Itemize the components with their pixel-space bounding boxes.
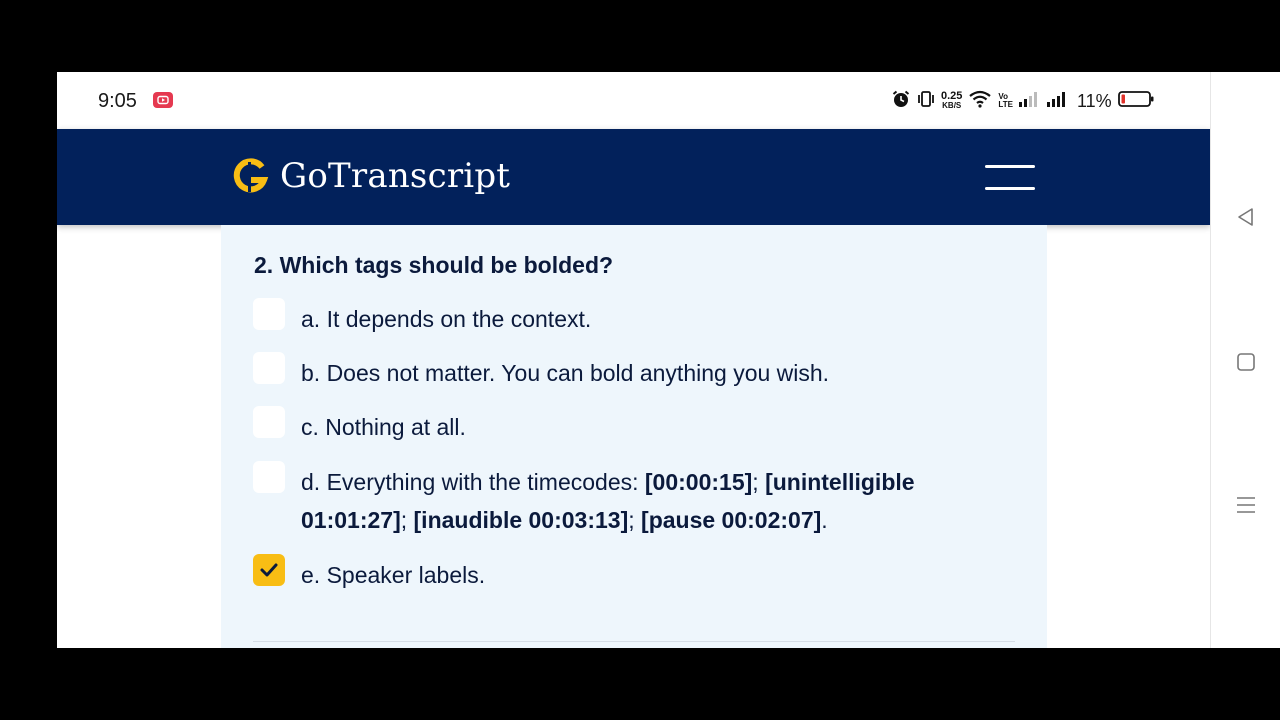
- network-speed-value: 0.25: [941, 90, 963, 102]
- back-triangle-icon[interactable]: [1235, 206, 1257, 228]
- signal-icon-2: [1046, 90, 1069, 113]
- option-b-checkbox[interactable]: [253, 352, 285, 384]
- battery-icon: [1117, 90, 1154, 113]
- hamburger-menu-icon[interactable]: [985, 163, 1035, 191]
- option-a-label: a. It depends on the context.: [301, 306, 592, 332]
- timecode-tag-1: [00:00:15]: [644, 469, 753, 495]
- vibrate-icon: [917, 89, 935, 114]
- home-square-icon[interactable]: [1235, 351, 1257, 373]
- gotranscript-logo-icon[interactable]: [233, 158, 269, 196]
- option-d-label: d. Everything with the timecodes: [00:00…: [301, 463, 1006, 539]
- battery-percent: 11%: [1076, 90, 1112, 111]
- volte-indicator: Vo LTE: [998, 93, 1013, 109]
- card-divider: [253, 641, 1015, 642]
- phone-screen: 9:05 0.25 KB/S Vo LTE 11% GoTranscript 2…: [57, 72, 1210, 648]
- brand-name[interactable]: GoTranscript: [280, 156, 510, 196]
- separator-1: ;: [752, 469, 766, 495]
- option-d-prefix: d. Everything with the timecodes:: [301, 469, 645, 495]
- status-time: 9:05: [98, 90, 137, 112]
- option-c-checkbox[interactable]: [253, 406, 285, 438]
- signal-icon: [1018, 90, 1041, 113]
- timecode-tag-4: [pause 00:02:07]: [641, 507, 822, 533]
- question-title: 2. Which tags should be bolded?: [254, 252, 614, 278]
- status-icons: 0.25 KB/S Vo LTE 11%: [891, 89, 1154, 113]
- site-header: GoTranscript: [57, 129, 1210, 225]
- option-b-label: b. Does not matter. You can bold anythin…: [301, 360, 830, 386]
- network-speed-unit: KB/S: [942, 101, 962, 110]
- wifi-icon: [968, 89, 992, 114]
- quiz-question-card: 2. Which tags should be bolded? a. It de…: [221, 225, 1047, 648]
- status-bar: 9:05 0.25 KB/S Vo LTE 11%: [57, 72, 1210, 129]
- option-d-checkbox[interactable]: [253, 461, 285, 493]
- option-e-label: e. Speaker labels.: [301, 562, 486, 588]
- option-d-end: .: [821, 507, 828, 533]
- check-icon: [260, 563, 278, 577]
- youtube-icon: [153, 92, 173, 108]
- timecode-tag-3: [inaudible 00:03:13]: [413, 507, 629, 533]
- separator-3: ;: [628, 507, 642, 533]
- alarm-icon: [891, 89, 911, 114]
- recents-menu-icon[interactable]: [1235, 494, 1257, 516]
- option-a-checkbox[interactable]: [253, 298, 285, 330]
- network-speed: 0.25 KB/S: [941, 90, 963, 111]
- option-c-label: c. Nothing at all.: [301, 414, 466, 440]
- android-nav-bar: [1210, 72, 1280, 648]
- separator-2: ;: [400, 507, 414, 533]
- option-e-checkbox[interactable]: [253, 554, 285, 586]
- volte-bottom: LTE: [998, 100, 1013, 109]
